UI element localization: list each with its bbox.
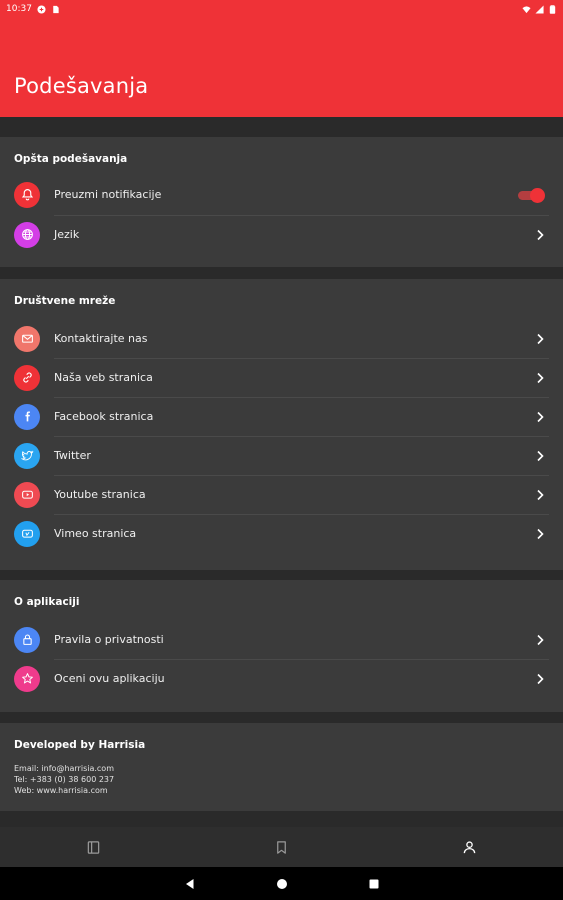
back-triangle-icon [185, 878, 193, 889]
section-title-about: O aplikaciji [14, 596, 80, 608]
settings-item-rate-app[interactable]: Oceni ovu aplikaciju [0, 659, 563, 698]
cellular-signal-icon [535, 4, 544, 14]
settings-item-label: Oceni ovu aplikaciju [54, 672, 165, 685]
status-time: 10:37 [6, 4, 32, 14]
app-notification-icon [37, 4, 46, 14]
settings-item-label: Twitter [54, 449, 91, 462]
settings-item-label: Vimeo stranica [54, 527, 137, 540]
chevron-right-icon [537, 528, 544, 539]
settings-item-facebook[interactable]: Facebook stranica [0, 397, 563, 436]
app-header: 10:37 Podešavanja [0, 0, 563, 117]
vimeo-icon [14, 520, 40, 547]
globe-icon [14, 221, 40, 248]
sd-card-icon [51, 5, 60, 14]
facebook-icon [14, 403, 40, 430]
settings-item-label: Facebook stranica [54, 410, 154, 423]
nav-tab-home[interactable] [0, 827, 188, 867]
page-title: Podešavanja [14, 74, 149, 98]
settings-item-vimeo[interactable]: Vimeo stranica [0, 514, 563, 553]
chevron-right-icon [537, 372, 544, 383]
youtube-icon [14, 481, 40, 508]
developer-title: Developed by Harrisia [14, 739, 146, 751]
chevron-right-icon [537, 450, 544, 461]
link-icon [14, 364, 40, 391]
chevron-right-icon [537, 229, 544, 240]
section-social: Društvene mreže Kontaktirajte nas Naša v… [0, 279, 563, 570]
settings-item-label: Jezik [54, 228, 80, 241]
developer-web: Web: www.harrisia.com [14, 786, 108, 795]
notifications-toggle[interactable] [518, 187, 545, 203]
wifi-icon [522, 5, 531, 14]
settings-content[interactable]: Opšta podešavanja Preuzmi notifikacije J… [0, 117, 563, 827]
settings-item-label: Pravila o privatnosti [54, 633, 164, 646]
system-navigation-bar [0, 867, 563, 900]
settings-item-twitter[interactable]: Twitter [0, 436, 563, 475]
chevron-right-icon [537, 489, 544, 500]
mail-icon [14, 325, 40, 352]
settings-item-label: Preuzmi notifikacije [54, 188, 162, 201]
settings-item-notifications[interactable]: Preuzmi notifikacije [0, 175, 563, 214]
settings-item-label: Naša veb stranica [54, 371, 153, 384]
chevron-right-icon [537, 673, 544, 684]
bell-icon [14, 181, 40, 208]
nav-tab-profile[interactable] [375, 827, 563, 867]
settings-item-website[interactable]: Naša veb stranica [0, 358, 563, 397]
home-circle-icon [276, 878, 287, 889]
system-back-button[interactable] [183, 877, 197, 891]
settings-item-label: Youtube stranica [54, 488, 146, 501]
section-developer: Developed by Harrisia Email: info@harris… [0, 723, 563, 811]
section-title-general: Opšta podešavanja [14, 153, 128, 165]
lock-icon [14, 626, 40, 653]
status-bar: 10:37 [0, 0, 563, 18]
developer-email: Email: info@harrisia.com [14, 764, 114, 773]
battery-icon [548, 4, 557, 14]
profile-icon [463, 840, 475, 853]
developer-tel: Tel: +383 (0) 38 600 237 [14, 775, 115, 784]
recents-square-icon [369, 879, 378, 888]
home-icon [88, 840, 100, 854]
chevron-right-icon [537, 634, 544, 645]
chevron-right-icon [537, 333, 544, 344]
settings-item-privacy[interactable]: Pravila o privatnosti [0, 620, 563, 659]
bottom-navigation [0, 827, 563, 867]
star-icon [14, 665, 40, 692]
system-home-button[interactable] [275, 877, 289, 891]
system-recents-button[interactable] [367, 877, 381, 891]
section-general: Opšta podešavanja Preuzmi notifikacije J… [0, 137, 563, 267]
twitter-icon [14, 442, 40, 469]
chevron-right-icon [537, 411, 544, 422]
settings-item-language[interactable]: Jezik [0, 215, 563, 254]
developer-contact-info: Email: info@harrisia.com Tel: +383 (0) 3… [14, 763, 114, 796]
section-about: O aplikaciji Pravila o privatnosti Oceni… [0, 580, 563, 712]
settings-item-label: Kontaktirajte nas [54, 332, 148, 345]
bookmark-icon [277, 840, 286, 854]
settings-item-youtube[interactable]: Youtube stranica [0, 475, 563, 514]
settings-item-contact[interactable]: Kontaktirajte nas [0, 319, 563, 358]
nav-tab-bookmarks[interactable] [188, 827, 376, 867]
section-title-social: Društvene mreže [14, 295, 116, 307]
